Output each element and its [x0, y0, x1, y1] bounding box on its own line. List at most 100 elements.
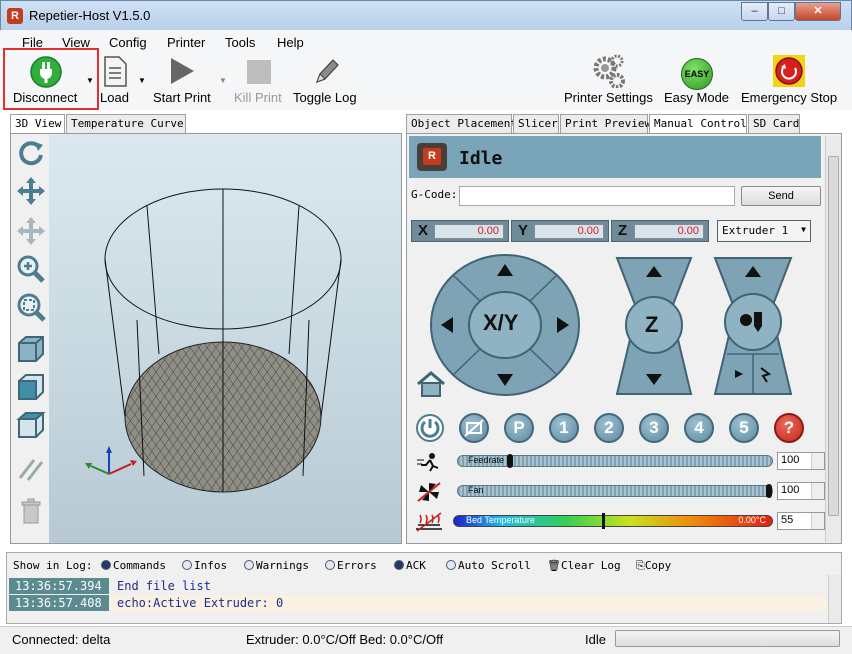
- tab-manual-control[interactable]: Manual Control: [649, 114, 747, 134]
- park-button[interactable]: P: [504, 413, 534, 443]
- preset-1-button[interactable]: 1: [549, 413, 579, 443]
- menu-config[interactable]: Config: [109, 35, 147, 50]
- manual-control-panel: R Idle G-Code: Send X 0.00 Y 0.00 Z 0.00…: [406, 133, 842, 544]
- kill-print-label: Kill Print: [234, 90, 282, 105]
- feedrate-input[interactable]: 100: [777, 452, 825, 470]
- move-view-icon[interactable]: [16, 176, 46, 206]
- reset-view-icon[interactable]: [16, 138, 46, 168]
- menu-help[interactable]: Help: [277, 35, 304, 50]
- fan-off-button[interactable]: [459, 413, 489, 443]
- extruder-select[interactable]: Extruder 1 ▼: [717, 220, 811, 242]
- print-volume-render: [85, 188, 342, 493]
- document-icon: [104, 56, 127, 87]
- extruder-gear-icon: [740, 314, 752, 326]
- pencil-icon: [315, 59, 339, 84]
- gears-icon: [593, 54, 625, 89]
- parallel-projection-icon[interactable]: [16, 454, 46, 484]
- bed-temperature-input[interactable]: 55: [777, 512, 825, 530]
- feedrate-label: Feedrate: [468, 455, 505, 465]
- printer-settings-button[interactable]: [592, 54, 626, 91]
- top-view-icon[interactable]: [16, 410, 46, 440]
- help-button[interactable]: ?: [774, 413, 804, 443]
- load-button[interactable]: [101, 54, 129, 91]
- log-auto-scroll[interactable]: Auto Scroll: [446, 559, 531, 572]
- clear-log-button[interactable]: 🗑Clear Log: [547, 559, 621, 572]
- heated-bed-icon: [416, 512, 442, 532]
- log-filter-infos[interactable]: Infos: [182, 559, 227, 572]
- feedrate-slider[interactable]: Feedrate: [457, 454, 773, 468]
- tab-object-placement[interactable]: Object Placement: [406, 114, 517, 133]
- send-button[interactable]: Send: [741, 186, 821, 206]
- preset-3-button[interactable]: 3: [639, 413, 669, 443]
- x-position-value: 0.00: [434, 224, 504, 239]
- connection-status: Connected: delta: [12, 632, 111, 647]
- log-filter-errors[interactable]: Errors: [325, 559, 377, 572]
- bed-temperature-slider-handle[interactable]: [602, 513, 605, 529]
- bed-temperature-slider[interactable]: Bed Temperature 0.00°C: [453, 513, 773, 529]
- tab-temperature-curve[interactable]: Temperature Curve: [66, 114, 186, 133]
- log-filter-warnings[interactable]: Warnings: [244, 559, 309, 572]
- manual-panel-scrollbar[interactable]: [825, 136, 841, 542]
- zoom-in-icon[interactable]: [16, 254, 46, 284]
- power-button[interactable]: [415, 413, 445, 443]
- scrollbar-thumb[interactable]: [828, 156, 839, 516]
- iso-view-icon[interactable]: [16, 334, 46, 364]
- log-time: 13:36:57.394: [9, 578, 109, 594]
- minimize-button[interactable]: –: [741, 2, 768, 21]
- tab-3d-view[interactable]: 3D View: [10, 114, 65, 134]
- menu-tools[interactable]: Tools: [225, 35, 255, 50]
- tab-print-preview[interactable]: Print Preview: [560, 114, 651, 133]
- easy-mode-label: Easy Mode: [664, 90, 730, 105]
- preset-5-button[interactable]: 5: [729, 413, 759, 443]
- 3d-view-panel: [10, 133, 402, 544]
- log-filter-ack[interactable]: ACK: [394, 559, 426, 572]
- bed-temperature-label: Bed Temperature: [466, 515, 535, 525]
- printer-settings-label: Printer Settings: [564, 90, 653, 105]
- kill-print-button[interactable]: [246, 54, 272, 91]
- load-label: Load: [100, 90, 129, 105]
- radio-infos: [182, 560, 192, 570]
- start-print-dropdown-icon[interactable]: ▼: [219, 76, 227, 85]
- play-icon: [171, 58, 194, 84]
- feedrate-slider-handle[interactable]: [507, 454, 513, 468]
- toggle-log-button[interactable]: [311, 54, 341, 91]
- status-bar: Connected: delta Extruder: 0.0°C/Off Bed…: [0, 626, 852, 654]
- log-message: echo:Active Extruder: 0: [117, 596, 284, 610]
- log-scrollbar[interactable]: [828, 575, 841, 623]
- gcode-input[interactable]: [459, 186, 735, 206]
- log-filter-commands[interactable]: Commands: [101, 559, 166, 572]
- emergency-stop-button[interactable]: [772, 54, 806, 91]
- copy-log-button[interactable]: ⎘Copy: [636, 559, 671, 573]
- left-tab-bar: 3D View Temperature Curve: [10, 114, 402, 134]
- front-view-icon[interactable]: [16, 372, 46, 402]
- tab-sd-card[interactable]: SD Card: [748, 114, 800, 133]
- preset-4-button[interactable]: 4: [684, 413, 714, 443]
- trash-icon[interactable]: [16, 496, 46, 526]
- radio-commands: [101, 560, 111, 570]
- print-progress-bar: [615, 630, 840, 647]
- move-object-icon[interactable]: [16, 216, 46, 246]
- start-print-label: Start Print: [153, 90, 211, 105]
- radio-ack: [394, 560, 404, 570]
- close-button[interactable]: ✕: [795, 2, 841, 21]
- z-position-value: 0.00: [634, 224, 704, 239]
- bed-temperature-reading: 0.00°C: [738, 515, 766, 525]
- power-icon: [416, 414, 444, 442]
- preset-2-button[interactable]: 2: [594, 413, 624, 443]
- 3d-viewport[interactable]: [49, 134, 401, 543]
- fan-slider-handle[interactable]: [766, 484, 772, 498]
- fan-input[interactable]: 100: [777, 482, 825, 500]
- fan-slider[interactable]: Fan: [457, 484, 773, 498]
- tab-slicer[interactable]: Slicer: [513, 114, 559, 133]
- home-icon[interactable]: [415, 370, 447, 398]
- extruder-jog-pad[interactable]: [713, 254, 793, 398]
- load-dropdown-icon[interactable]: ▼: [138, 76, 146, 85]
- fan-label: Fan: [468, 485, 484, 495]
- easy-mode-button[interactable]: EASY: [681, 58, 713, 90]
- y-position-display: Y 0.00: [511, 220, 609, 242]
- zoom-fit-icon[interactable]: [16, 292, 46, 322]
- copy-icon: ⎘: [636, 559, 645, 572]
- maximize-button[interactable]: □: [768, 2, 795, 21]
- start-print-button[interactable]: [168, 54, 196, 91]
- menu-printer[interactable]: Printer: [167, 35, 205, 50]
